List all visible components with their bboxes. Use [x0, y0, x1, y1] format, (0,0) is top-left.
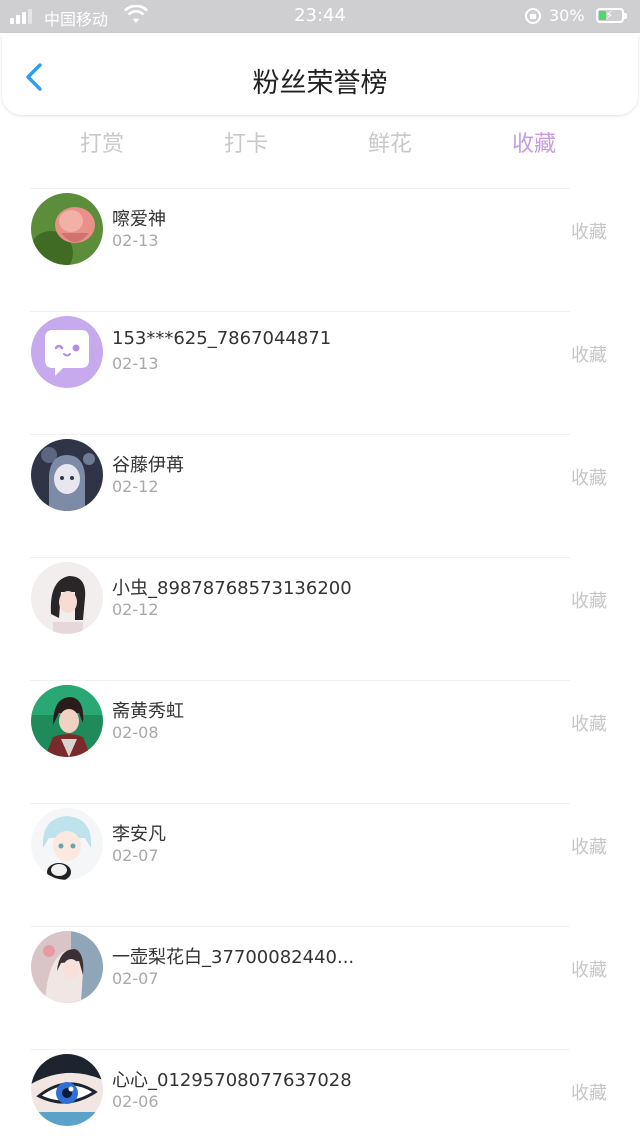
nav-bar: 粉丝荣誉榜 — [2, 33, 638, 115]
list-item[interactable]: 一壶梨花白_37700082440... 02-07 收藏 — [0, 926, 640, 1049]
list-item[interactable]: 心心_01295708077637028 02-06 收藏 — [0, 1049, 640, 1138]
divider — [30, 557, 570, 558]
favorite-label: 收藏 — [571, 714, 607, 735]
avatar[interactable] — [31, 439, 103, 511]
date-label: 02-06 — [112, 1092, 159, 1111]
favorite-label: 收藏 — [571, 960, 607, 981]
date-label: 02-12 — [112, 477, 159, 496]
divider — [30, 680, 570, 681]
list-item[interactable]: 小虫_89878768573136200 02-12 收藏 — [0, 557, 640, 680]
tab-dashang[interactable]: 打赏 — [30, 126, 174, 158]
divider — [30, 188, 570, 189]
date-label: 02-07 — [112, 846, 159, 865]
user-name: 斋黄秀虹 — [112, 701, 184, 722]
tab-daka[interactable]: 打卡 — [174, 126, 318, 158]
list-item[interactable]: 153***625_7867044871 02-13 收藏 — [0, 311, 640, 434]
user-name: 小虫_89878768573136200 — [112, 578, 352, 599]
user-name: 李安凡 — [112, 824, 166, 845]
list-item[interactable]: 李安凡 02-07 收藏 — [0, 803, 640, 926]
battery-percent: 30% — [549, 6, 585, 25]
favorite-label: 收藏 — [571, 345, 607, 366]
page-title: 粉丝荣誉榜 — [252, 68, 388, 99]
list-item[interactable]: 嚓爱神 02-13 收藏 — [0, 188, 640, 311]
avatar[interactable] — [31, 1054, 103, 1126]
favorite-label: 收藏 — [571, 468, 607, 489]
avatar[interactable] — [31, 685, 103, 757]
rotation-lock-icon — [525, 8, 541, 24]
date-label: 02-13 — [112, 231, 159, 250]
tab-xianhua[interactable]: 鲜花 — [318, 126, 462, 158]
avatar[interactable] — [31, 931, 103, 1003]
date-label: 02-08 — [112, 723, 159, 742]
user-name: 153***625_7867044871 — [112, 328, 332, 349]
avatar[interactable] — [31, 316, 103, 388]
avatar[interactable] — [31, 193, 103, 265]
user-name: 嚓爱神 — [112, 209, 166, 230]
favorite-label: 收藏 — [571, 222, 607, 243]
tab-shoucang[interactable]: 收藏 — [462, 126, 606, 158]
divider — [30, 926, 570, 927]
favorite-label: 收藏 — [571, 1083, 607, 1104]
favorite-label: 收藏 — [571, 591, 607, 612]
user-name: 谷藤伊苒 — [112, 455, 184, 476]
fan-list: 嚓爱神 02-13 收藏 153***625_7867044871 02-13 … — [0, 188, 640, 1138]
divider — [30, 311, 570, 312]
date-label: 02-12 — [112, 600, 159, 619]
user-name: 心心_01295708077637028 — [112, 1070, 352, 1091]
list-item[interactable]: 谷藤伊苒 02-12 收藏 — [0, 434, 640, 557]
avatar[interactable] — [31, 562, 103, 634]
date-label: 02-13 — [112, 354, 159, 373]
clock: 23:44 — [294, 5, 346, 26]
battery-icon: ⚡ — [596, 8, 627, 23]
list-item[interactable]: 斋黄秀虹 02-08 收藏 — [0, 680, 640, 803]
date-label: 02-07 — [112, 969, 159, 988]
favorite-label: 收藏 — [571, 837, 607, 858]
divider — [30, 803, 570, 804]
avatar[interactable] — [31, 808, 103, 880]
user-name: 一壶梨花白_37700082440... — [112, 947, 355, 968]
tab-bar: 打赏 打卡 鲜花 收藏 — [30, 126, 606, 160]
status-bar: 中国移动 23:44 30% ⚡ — [0, 0, 640, 33]
divider — [30, 434, 570, 435]
divider — [30, 1049, 570, 1050]
